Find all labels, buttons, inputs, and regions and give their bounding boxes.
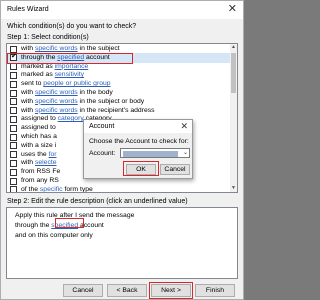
condition-text-prefix: sent to	[21, 80, 44, 88]
rules-wizard-window: Rules Wizard ✕ Which condition(s) do you…	[0, 0, 244, 300]
condition-text-prefix: with a size i	[21, 141, 57, 149]
scroll-down-icon[interactable]: ▼	[230, 185, 237, 192]
condition-link[interactable]: sensitivity	[55, 71, 84, 78]
condition-text-suffix: in the subject	[77, 45, 120, 52]
finish-button[interactable]: Finish	[195, 284, 235, 297]
account-dropdown-value	[123, 150, 178, 157]
condition-checkbox[interactable]	[10, 98, 17, 106]
condition-text-prefix: assigned to	[21, 115, 58, 123]
condition-text-prefix: from any RS	[21, 177, 59, 184]
condition-text-prefix: which has a	[21, 133, 57, 140]
desc-line-3: and on this computer only	[15, 232, 93, 239]
next-button-highlight	[149, 282, 193, 299]
condition-link[interactable]: people or public group	[43, 80, 110, 87]
condition-checkbox[interactable]	[10, 168, 17, 176]
condition-checkbox[interactable]	[10, 151, 17, 159]
account-cancel-button[interactable]: Cancel	[160, 164, 190, 175]
rule-description-box: Apply this rule after I send the message…	[6, 207, 238, 279]
condition-link[interactable]: specific words	[35, 107, 78, 114]
condition-link[interactable]: specific words	[35, 45, 78, 52]
condition-link[interactable]: category	[58, 115, 84, 122]
condition-text-prefix: with	[21, 45, 35, 52]
account-dialog-titlebar: Account ✕	[84, 120, 192, 133]
scroll-up-icon[interactable]: ▲	[230, 44, 237, 51]
condition-row[interactable]: of the specific form type	[7, 185, 231, 193]
step1-label: Step 1: Select condition(s)	[7, 34, 89, 41]
condition-text-prefix: uses the	[21, 150, 49, 158]
condition-text-prefix: assigned to	[21, 124, 56, 132]
list-scrollbar[interactable]: ▲ ▼	[230, 44, 237, 192]
condition-checkbox[interactable]	[10, 142, 17, 150]
ok-button-highlight	[123, 161, 159, 176]
condition-checkbox[interactable]	[10, 80, 17, 88]
condition-text-prefix: of the	[21, 185, 40, 193]
condition-link[interactable]: specific words	[35, 98, 78, 105]
condition-link[interactable]: selecte	[35, 159, 57, 166]
condition-text-prefix: with	[21, 159, 35, 167]
condition-checkbox[interactable]	[10, 133, 17, 141]
selected-condition-highlight	[7, 53, 133, 64]
condition-text-suffix: in the recipient's address	[77, 106, 155, 114]
condition-link[interactable]: specific words	[35, 89, 78, 96]
chevron-down-icon[interactable]: ⌄	[183, 149, 188, 156]
window-title: Rules Wizard	[7, 6, 49, 13]
close-icon[interactable]: ✕	[180, 121, 188, 132]
condition-checkbox[interactable]	[10, 115, 17, 123]
condition-text-prefix: from RSS Fe	[21, 168, 61, 176]
title-bar: Rules Wizard ✕	[1, 1, 243, 19]
step2-label: Step 2: Edit the rule description (click…	[7, 198, 188, 205]
close-icon[interactable]: ✕	[228, 3, 237, 15]
question-label: Which condition(s) do you want to check?	[7, 23, 137, 30]
condition-checkbox[interactable]	[10, 89, 17, 97]
scrollbar-thumb[interactable]	[231, 53, 236, 93]
cancel-button[interactable]: Cancel	[63, 284, 103, 297]
condition-text-prefix: with	[21, 97, 35, 105]
condition-text-suffix: form type	[62, 185, 93, 193]
condition-text-prefix: marked as	[21, 71, 55, 79]
account-label: Account:	[89, 150, 116, 157]
choose-account-label: Choose the Account to check for:	[89, 138, 189, 145]
condition-text-suffix: in the body	[77, 89, 113, 96]
desc-line-2-prefix: through the	[15, 222, 52, 229]
condition-text-suffix: in the subject or body	[77, 97, 145, 105]
condition-checkbox[interactable]	[10, 177, 17, 185]
condition-checkbox[interactable]	[10, 124, 17, 132]
condition-text: of the specific form type	[21, 185, 93, 193]
account-dropdown[interactable]: ⌄	[120, 148, 190, 158]
condition-checkbox[interactable]	[10, 186, 17, 192]
condition-text-prefix: with	[21, 106, 35, 114]
specified-link-highlight	[55, 218, 84, 228]
account-dialog-title: Account	[89, 123, 115, 130]
condition-text-prefix: with	[21, 89, 35, 96]
condition-link[interactable]: for	[49, 151, 57, 158]
condition-checkbox[interactable]	[10, 63, 17, 71]
condition-checkbox[interactable]	[10, 71, 17, 79]
condition-checkbox[interactable]	[10, 107, 17, 115]
condition-link[interactable]: specific	[40, 186, 63, 192]
back-button[interactable]: < Back	[107, 284, 147, 297]
condition-checkbox[interactable]	[10, 159, 17, 167]
